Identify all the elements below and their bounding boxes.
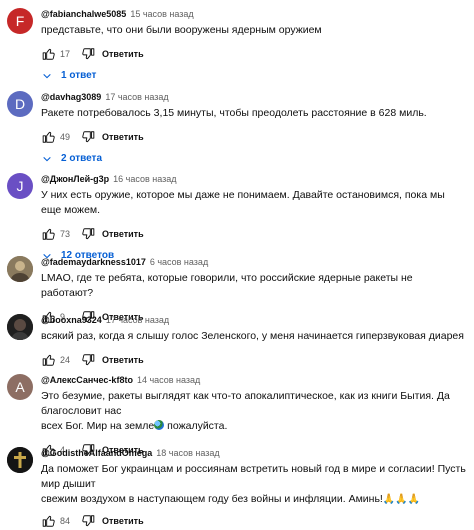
- comment-actions: 49 Ответить: [41, 128, 466, 146]
- dislike-icon[interactable]: [80, 352, 96, 368]
- comment-author[interactable]: @АлексСанчес-kf8to: [41, 375, 133, 385]
- comment-time[interactable]: 18 часов назад: [156, 448, 219, 458]
- photo-avatar-icon: [7, 314, 33, 340]
- comment-meta: @АлексСанчес-kf8to 14 часов назад: [41, 374, 466, 386]
- comment-meta: @GodistheAlfaandOmega 18 часов назад: [41, 447, 466, 459]
- comments-list: F @fabianchalwe5085 15 часов назад предст…: [0, 0, 474, 527]
- reply-button[interactable]: Ответить: [102, 132, 144, 142]
- like-icon[interactable]: [41, 352, 57, 368]
- comment-text-part: всех Бог. Мир на земле: [41, 420, 155, 432]
- comment-text: Ракете потребовалось 3,15 минуты, чтобы …: [41, 107, 427, 119]
- like-count: 49: [60, 132, 71, 142]
- avatar[interactable]: A: [7, 374, 33, 400]
- comment-time[interactable]: 14 часов назад: [137, 375, 200, 385]
- avatar[interactable]: [7, 256, 33, 282]
- comment-text: LMAO, где те ребята, которые говорили, ч…: [41, 272, 413, 299]
- comment-text-line: свежим воздухом в наступающем году без в…: [41, 492, 466, 507]
- comment-text-part: свежим воздухом в наступающем году без в…: [41, 493, 383, 505]
- praying-hands-icon: 🙏🙏🙏: [382, 494, 421, 505]
- comment-time[interactable]: 17 часов назад: [106, 315, 169, 325]
- like-count: 84: [60, 516, 71, 526]
- avatar-letter: A: [15, 379, 25, 395]
- replies-toggle[interactable]: 2 ответа: [42, 153, 466, 164]
- avatar[interactable]: [7, 447, 33, 473]
- like-icon[interactable]: [41, 46, 57, 62]
- comment-text: Это безумие, ракеты выглядят как что-то …: [41, 389, 466, 434]
- comment-text: всякий раз, когда я слышу голос Зеленско…: [41, 330, 464, 342]
- comment-time[interactable]: 6 часов назад: [150, 257, 208, 267]
- comment-text: представьте, что они были вооружены ядер…: [41, 24, 322, 36]
- comment-text-part: пожалуйста.: [164, 420, 228, 432]
- comment-author[interactable]: @davhag3089: [41, 92, 101, 102]
- replies-count: 2 ответа: [61, 153, 103, 164]
- reply-button[interactable]: Ответить: [102, 516, 144, 526]
- comment-text-line: Да поможет Бог украинцам и россиянам вст…: [41, 463, 466, 490]
- like-icon[interactable]: [41, 513, 57, 529]
- comment-author[interactable]: @fademaydarkness1017: [41, 257, 146, 267]
- dislike-icon[interactable]: [80, 513, 96, 529]
- globe-emoji-icon: [154, 420, 165, 430]
- reply-button[interactable]: Ответить: [102, 229, 144, 239]
- comment-meta: @ДжонЛей-g3p 16 часов назад: [41, 173, 466, 185]
- avatar[interactable]: [7, 314, 33, 340]
- chevron-down-icon: [42, 154, 52, 164]
- comment-text: У них есть оружие, которое мы даже не по…: [41, 189, 445, 216]
- avatar-letter: D: [14, 96, 26, 112]
- replies-toggle[interactable]: 1 ответ: [42, 70, 466, 81]
- dislike-icon[interactable]: [80, 129, 96, 145]
- comment-text-line: всех Бог. Мир на земле пожалуйста.: [41, 419, 466, 434]
- comment-meta: @booxna9324 17 часов назад: [41, 314, 466, 326]
- comment-text-line: Это безумие, ракеты выглядят как что-то …: [41, 390, 450, 417]
- comment-actions: 24 Ответить: [41, 351, 466, 369]
- comment-time[interactable]: 17 часов назад: [105, 92, 168, 102]
- comment-author[interactable]: @fabianchalwe5085: [41, 9, 126, 19]
- comment-author[interactable]: @booxna9324: [41, 315, 102, 325]
- chevron-down-icon: [42, 71, 52, 81]
- comment-actions: 73 Ответить: [41, 225, 466, 243]
- comment-actions: 17 Ответить: [41, 45, 466, 63]
- comment-author[interactable]: @ДжонЛей-g3p: [41, 174, 109, 184]
- comment-meta: @fabianchalwe5085 15 часов назад: [41, 8, 466, 20]
- avatar[interactable]: D: [7, 91, 33, 117]
- avatar-letter: F: [15, 13, 25, 29]
- comment-time[interactable]: 16 часов назад: [113, 174, 176, 184]
- avatar[interactable]: F: [7, 8, 33, 34]
- reply-button[interactable]: Ответить: [102, 49, 144, 59]
- comment-author[interactable]: @GodistheAlfaandOmega: [41, 448, 152, 458]
- dislike-icon[interactable]: [80, 46, 96, 62]
- avatar-letter: J: [16, 178, 24, 194]
- comment-meta: @fademaydarkness1017 6 часов назад: [41, 256, 466, 268]
- replies-count: 1 ответ: [61, 70, 97, 81]
- avatar[interactable]: J: [7, 173, 33, 199]
- comment-meta: @davhag3089 17 часов назад: [41, 91, 466, 103]
- reply-button[interactable]: Ответить: [102, 355, 144, 365]
- like-count: 73: [60, 229, 71, 239]
- like-icon[interactable]: [41, 226, 57, 242]
- like-count: 24: [60, 355, 71, 365]
- photo-avatar-icon: [7, 256, 33, 282]
- comment-time[interactable]: 15 часов назад: [130, 9, 193, 19]
- dislike-icon[interactable]: [80, 226, 96, 242]
- like-icon[interactable]: [41, 129, 57, 145]
- like-count: 17: [60, 49, 71, 59]
- comment-text: Да поможет Бог украинцам и россиянам вст…: [41, 462, 466, 507]
- cross-avatar-icon: [7, 447, 33, 473]
- comment-actions: 84 Ответить: [41, 512, 466, 530]
